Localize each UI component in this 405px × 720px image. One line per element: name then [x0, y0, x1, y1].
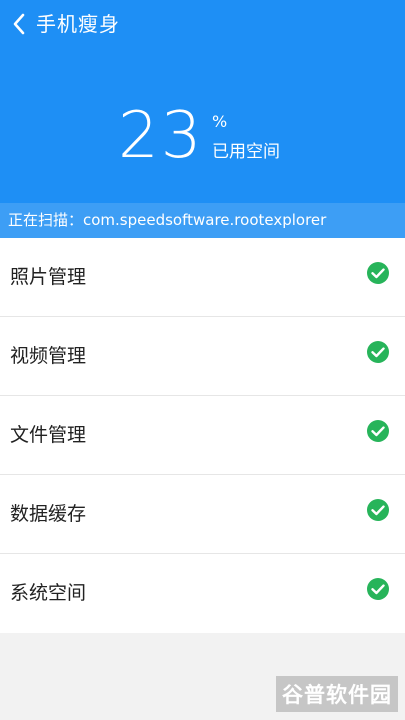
back-button[interactable] — [6, 10, 32, 38]
check-circle-icon — [367, 262, 389, 284]
chevron-left-icon — [13, 13, 25, 35]
list-item-data-cache[interactable]: 数据缓存 — [0, 475, 405, 554]
scan-status-text: 正在扫描：com.speedsoftware.rootexplorer — [8, 211, 327, 229]
header: 手机瘦身 23 % 已用空间 正在扫描：com.speedsoftware.ro… — [0, 0, 405, 238]
usage-display: 23 % 已用空间 — [118, 100, 318, 172]
list-item-files[interactable]: 文件管理 — [0, 396, 405, 475]
category-list: 照片管理 视频管理 文件管理 数据缓存 系统空间 — [0, 238, 405, 633]
usage-percent-unit: % — [212, 112, 228, 131]
phone-slim-screen: 手机瘦身 23 % 已用空间 正在扫描：com.speedsoftware.ro… — [0, 0, 405, 720]
list-item-label: 照片管理 — [10, 266, 87, 288]
check-circle-icon — [367, 341, 389, 363]
top-bar: 手机瘦身 — [0, 0, 405, 48]
list-item-label: 文件管理 — [10, 424, 87, 446]
list-item-photos[interactable]: 照片管理 — [0, 238, 405, 317]
watermark-logo: 谷普 软件园 — [276, 676, 398, 712]
list-item-videos[interactable]: 视频管理 — [0, 317, 405, 396]
page-title: 手机瘦身 — [36, 12, 120, 36]
list-item-label: 系统空间 — [10, 582, 87, 604]
check-circle-icon — [367, 578, 389, 600]
check-circle-icon — [367, 499, 389, 521]
watermark-text-part2: 软件园 — [326, 683, 392, 707]
usage-label: 已用空间 — [212, 142, 280, 162]
list-item-label: 数据缓存 — [10, 503, 87, 525]
usage-percent-value: 23 — [118, 99, 204, 173]
scan-status-bar: 正在扫描：com.speedsoftware.rootexplorer — [0, 203, 405, 238]
list-item-label: 视频管理 — [10, 345, 87, 367]
list-item-system-space[interactable]: 系统空间 — [0, 554, 405, 633]
check-circle-icon — [367, 420, 389, 442]
watermark-text-part1: 谷普 — [282, 683, 326, 707]
